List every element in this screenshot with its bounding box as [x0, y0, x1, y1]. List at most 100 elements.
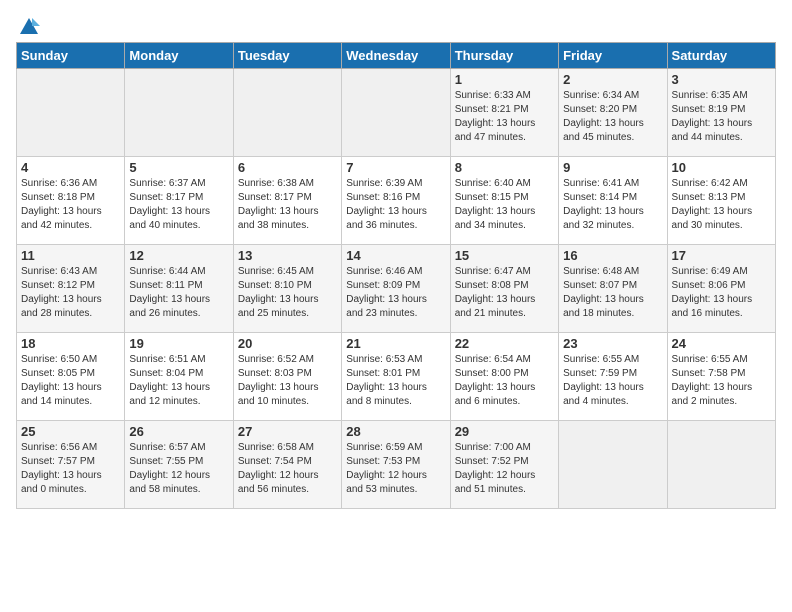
day-number: 12: [129, 248, 228, 263]
day-header-tuesday: Tuesday: [233, 43, 341, 69]
day-info: Sunrise: 6:52 AMSunset: 8:03 PMDaylight:…: [238, 353, 337, 409]
day-number: 22: [455, 336, 554, 351]
day-number: 15: [455, 248, 554, 263]
calendar-cell: 3 Sunrise: 6:35 AMSunset: 8:19 PMDaylight…: [667, 69, 775, 157]
day-number: 5: [129, 160, 228, 175]
calendar-cell: [667, 421, 775, 509]
day-number: 18: [21, 336, 120, 351]
calendar-cell: 24 Sunrise: 6:55 AMSunset: 7:58 PMDayligh…: [667, 333, 775, 421]
day-number: 14: [346, 248, 445, 263]
day-info: Sunrise: 6:54 AMSunset: 8:00 PMDaylight:…: [455, 353, 554, 409]
week-row-1: 1 Sunrise: 6:33 AMSunset: 8:21 PMDaylight…: [17, 69, 776, 157]
day-info: Sunrise: 6:59 AMSunset: 7:53 PMDaylight:…: [346, 441, 445, 497]
day-info: Sunrise: 6:46 AMSunset: 8:09 PMDaylight:…: [346, 265, 445, 321]
week-row-2: 4 Sunrise: 6:36 AMSunset: 8:18 PMDaylight…: [17, 157, 776, 245]
day-number: 1: [455, 72, 554, 87]
calendar-cell: 25Sunrise: 6:56 AMSunset: 7:57 PMDayligh…: [17, 421, 125, 509]
calendar-cell: 10 Sunrise: 6:42 AMSunset: 8:13 PMDayligh…: [667, 157, 775, 245]
calendar-cell: 6 Sunrise: 6:38 AMSunset: 8:17 PMDaylight…: [233, 157, 341, 245]
day-info: Sunrise: 6:47 AMSunset: 8:08 PMDaylight:…: [455, 265, 554, 321]
calendar-cell: 2 Sunrise: 6:34 AMSunset: 8:20 PMDaylight…: [559, 69, 667, 157]
calendar-cell: 1 Sunrise: 6:33 AMSunset: 8:21 PMDaylight…: [450, 69, 558, 157]
day-info: Sunrise: 6:34 AMSunset: 8:20 PMDaylight:…: [563, 89, 662, 145]
day-number: 10: [672, 160, 771, 175]
calendar-cell: 12 Sunrise: 6:44 AMSunset: 8:11 PMDayligh…: [125, 245, 233, 333]
day-info: Sunrise: 6:42 AMSunset: 8:13 PMDaylight:…: [672, 177, 771, 233]
calendar-cell: 17Sunrise: 6:49 AMSunset: 8:06 PMDayligh…: [667, 245, 775, 333]
day-number: 2: [563, 72, 662, 87]
day-number: 8: [455, 160, 554, 175]
day-info: Sunrise: 6:41 AMSunset: 8:14 PMDaylight:…: [563, 177, 662, 233]
calendar-cell: 18 Sunrise: 6:50 AMSunset: 8:05 PMDayligh…: [17, 333, 125, 421]
day-info: Sunrise: 6:38 AMSunset: 8:17 PMDaylight:…: [238, 177, 337, 233]
day-number: 27: [238, 424, 337, 439]
calendar-cell: 7 Sunrise: 6:39 AMSunset: 8:16 PMDaylight…: [342, 157, 450, 245]
day-number: 3: [672, 72, 771, 87]
calendar-cell: [559, 421, 667, 509]
calendar-cell: 20 Sunrise: 6:52 AMSunset: 8:03 PMDayligh…: [233, 333, 341, 421]
day-info: Sunrise: 6:55 AMSunset: 7:58 PMDaylight:…: [672, 353, 771, 409]
calendar-cell: 5 Sunrise: 6:37 AMSunset: 8:17 PMDaylight…: [125, 157, 233, 245]
day-info: Sunrise: 6:57 AMSunset: 7:55 PMDaylight:…: [129, 441, 228, 497]
day-number: 20: [238, 336, 337, 351]
calendar-cell: 11Sunrise: 6:43 AMSunset: 8:12 PMDayligh…: [17, 245, 125, 333]
calendar-cell: 19 Sunrise: 6:51 AMSunset: 8:04 PMDayligh…: [125, 333, 233, 421]
calendar-cell: 22 Sunrise: 6:54 AMSunset: 8:00 PMDayligh…: [450, 333, 558, 421]
day-info: Sunrise: 6:55 AMSunset: 7:59 PMDaylight:…: [563, 353, 662, 409]
calendar-cell: 15 Sunrise: 6:47 AMSunset: 8:08 PMDayligh…: [450, 245, 558, 333]
day-number: 19: [129, 336, 228, 351]
day-number: 9: [563, 160, 662, 175]
calendar-cell: 16 Sunrise: 6:48 AMSunset: 8:07 PMDayligh…: [559, 245, 667, 333]
day-info: Sunrise: 6:36 AMSunset: 8:18 PMDaylight:…: [21, 177, 120, 233]
day-header-friday: Friday: [559, 43, 667, 69]
day-number: 29: [455, 424, 554, 439]
calendar-cell: 9 Sunrise: 6:41 AMSunset: 8:14 PMDaylight…: [559, 157, 667, 245]
calendar-cell: 14 Sunrise: 6:46 AMSunset: 8:09 PMDayligh…: [342, 245, 450, 333]
day-header-wednesday: Wednesday: [342, 43, 450, 69]
day-header-thursday: Thursday: [450, 43, 558, 69]
day-info: Sunrise: 6:33 AMSunset: 8:21 PMDaylight:…: [455, 89, 554, 145]
day-info: Sunrise: 6:35 AMSunset: 8:19 PMDaylight:…: [672, 89, 771, 145]
calendar-cell: 13 Sunrise: 6:45 AMSunset: 8:10 PMDayligh…: [233, 245, 341, 333]
day-info: Sunrise: 6:45 AMSunset: 8:10 PMDaylight:…: [238, 265, 337, 321]
calendar-cell: [233, 69, 341, 157]
day-info: Sunrise: 6:51 AMSunset: 8:04 PMDaylight:…: [129, 353, 228, 409]
day-number: 28: [346, 424, 445, 439]
day-info: Sunrise: 6:58 AMSunset: 7:54 PMDaylight:…: [238, 441, 337, 497]
day-info: Sunrise: 6:44 AMSunset: 8:11 PMDaylight:…: [129, 265, 228, 321]
day-number: 6: [238, 160, 337, 175]
day-info: Sunrise: 7:00 AMSunset: 7:52 PMDaylight:…: [455, 441, 554, 497]
day-number: 16: [563, 248, 662, 263]
logo-icon: [18, 16, 40, 38]
day-number: 11: [21, 248, 120, 263]
calendar-cell: 26Sunrise: 6:57 AMSunset: 7:55 PMDayligh…: [125, 421, 233, 509]
day-info: Sunrise: 6:50 AMSunset: 8:05 PMDaylight:…: [21, 353, 120, 409]
day-info: Sunrise: 6:48 AMSunset: 8:07 PMDaylight:…: [563, 265, 662, 321]
calendar-cell: 29 Sunrise: 7:00 AMSunset: 7:52 PMDayligh…: [450, 421, 558, 509]
header-row: SundayMondayTuesdayWednesdayThursdayFrid…: [17, 43, 776, 69]
calendar-cell: 4 Sunrise: 6:36 AMSunset: 8:18 PMDaylight…: [17, 157, 125, 245]
day-number: 7: [346, 160, 445, 175]
day-info: Sunrise: 6:39 AMSunset: 8:16 PMDaylight:…: [346, 177, 445, 233]
day-info: Sunrise: 6:37 AMSunset: 8:17 PMDaylight:…: [129, 177, 228, 233]
day-number: 13: [238, 248, 337, 263]
calendar-cell: [342, 69, 450, 157]
day-number: 24: [672, 336, 771, 351]
week-row-3: 11Sunrise: 6:43 AMSunset: 8:12 PMDayligh…: [17, 245, 776, 333]
day-header-monday: Monday: [125, 43, 233, 69]
calendar-cell: 23 Sunrise: 6:55 AMSunset: 7:59 PMDayligh…: [559, 333, 667, 421]
day-info: Sunrise: 6:40 AMSunset: 8:15 PMDaylight:…: [455, 177, 554, 233]
calendar-cell: 8 Sunrise: 6:40 AMSunset: 8:15 PMDaylight…: [450, 157, 558, 245]
calendar-cell: 28 Sunrise: 6:59 AMSunset: 7:53 PMDayligh…: [342, 421, 450, 509]
logo: [16, 16, 40, 34]
day-number: 4: [21, 160, 120, 175]
day-number: 23: [563, 336, 662, 351]
day-info: Sunrise: 6:49 AMSunset: 8:06 PMDaylight:…: [672, 265, 771, 321]
day-info: Sunrise: 6:56 AMSunset: 7:57 PMDaylight:…: [21, 441, 120, 497]
calendar-table: SundayMondayTuesdayWednesdayThursdayFrid…: [16, 42, 776, 509]
week-row-4: 18 Sunrise: 6:50 AMSunset: 8:05 PMDayligh…: [17, 333, 776, 421]
calendar-cell: 27 Sunrise: 6:58 AMSunset: 7:54 PMDayligh…: [233, 421, 341, 509]
day-header-saturday: Saturday: [667, 43, 775, 69]
day-number: 21: [346, 336, 445, 351]
page-header: [16, 16, 776, 34]
